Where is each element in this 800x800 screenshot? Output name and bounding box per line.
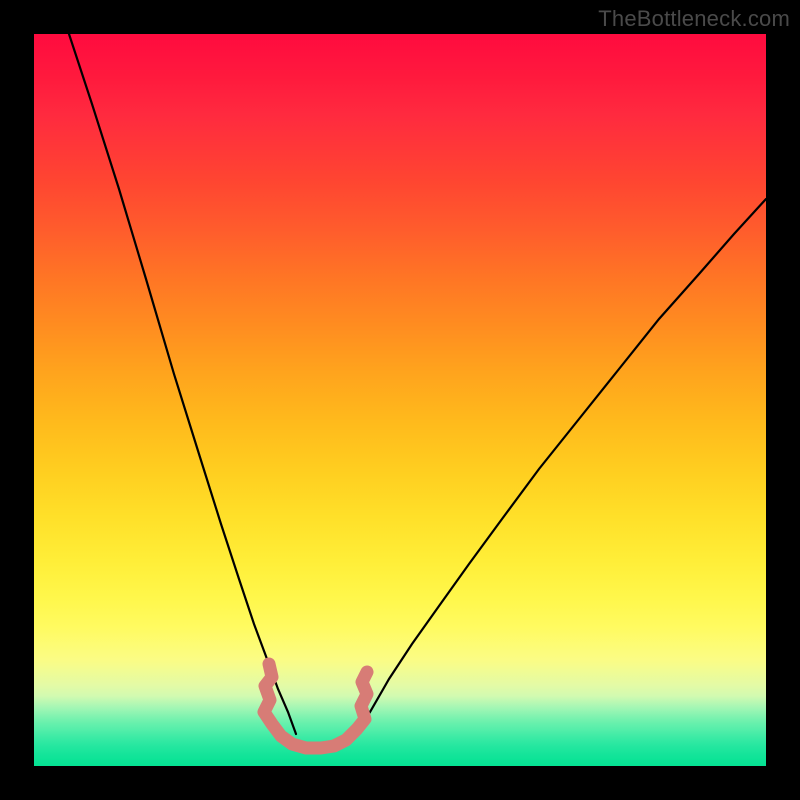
right-branch-curve [354,199,766,734]
chart-frame: TheBottleneck.com [0,0,800,800]
valley-squiggle [264,664,367,748]
left-branch-curve [69,34,296,734]
watermark-text: TheBottleneck.com [598,6,790,32]
curve-overlay [34,34,766,766]
plot-area [34,34,766,766]
